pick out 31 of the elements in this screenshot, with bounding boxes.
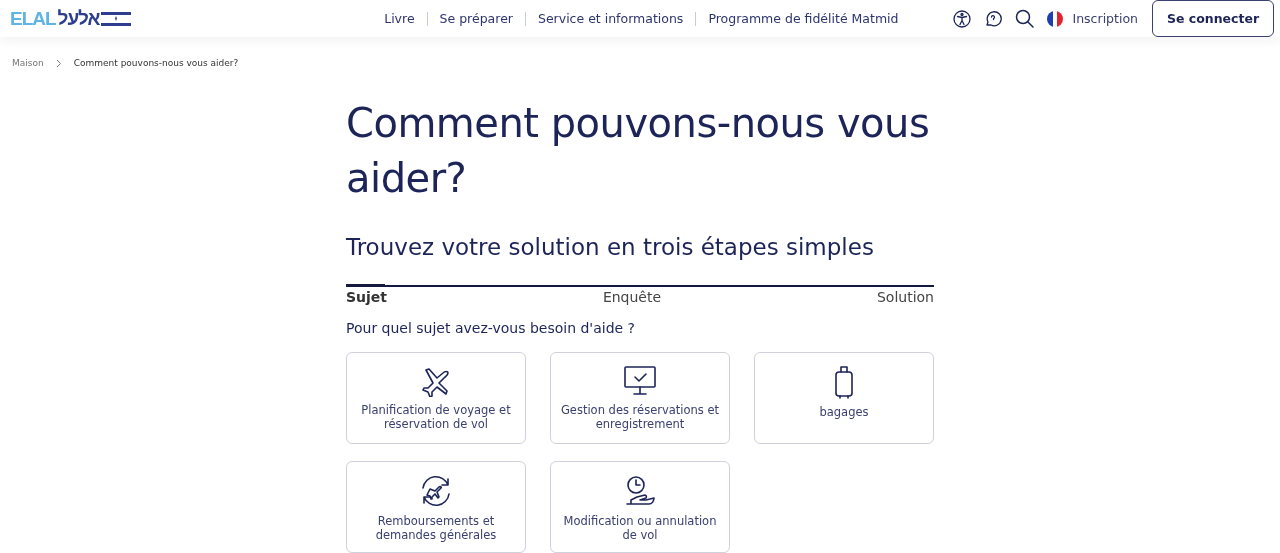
question-text: Pour quel sujet avez-vous besoin d'aide ?: [346, 319, 637, 336]
logo-text: ELAL: [10, 7, 56, 30]
signup-link[interactable]: Inscription: [1072, 11, 1138, 26]
login-button[interactable]: Se connecter: [1152, 0, 1274, 37]
clock-hand-icon: [623, 473, 657, 508]
accessibility-icon[interactable]: [952, 9, 971, 28]
search-icon[interactable]: [1014, 9, 1034, 28]
logo-hebrew-text: אלעל: [57, 7, 100, 30]
monitor-check-icon: [623, 364, 657, 397]
flag-stripes-drawing: [101, 11, 132, 26]
topic-card[interactable]: Planification de voyage et réservation de vol: [346, 351, 526, 444]
breadcrumb-current: Comment pouvons-nous vous aider?: [73, 58, 239, 68]
chevron-right-icon: [55, 58, 62, 68]
step-label: Solution: [876, 288, 934, 305]
suitcase-icon: [833, 364, 855, 399]
airplane-refresh-icon: [419, 473, 453, 508]
nav-link[interactable]: Se préparer: [426, 11, 525, 26]
subtitle: Trouvez votre solution en trois étapes simples: [346, 234, 875, 260]
topic-card[interactable]: Gestion des réservations et enregistrement: [550, 351, 730, 444]
help-chat-icon[interactable]: [983, 9, 1002, 28]
nav-link[interactable]: Programme de fidélité Matmid: [695, 11, 911, 26]
step-label: Enquête: [602, 288, 662, 305]
nav-link[interactable]: Livre: [372, 11, 427, 26]
topic-card[interactable]: Remboursements et demandes générales: [346, 460, 526, 553]
french-flag-icon[interactable]: [1046, 10, 1063, 27]
breadcrumb-link[interactable]: Maison: [12, 58, 44, 68]
page-title: Comment pouvons-nous vous aider?: [346, 99, 931, 203]
topic-card[interactable]: bagages: [754, 351, 934, 444]
step-label: Sujet: [346, 288, 388, 305]
topic-card[interactable]: Modification ou annulation de vol: [550, 460, 730, 553]
nav-link[interactable]: Service et informations: [524, 11, 696, 26]
